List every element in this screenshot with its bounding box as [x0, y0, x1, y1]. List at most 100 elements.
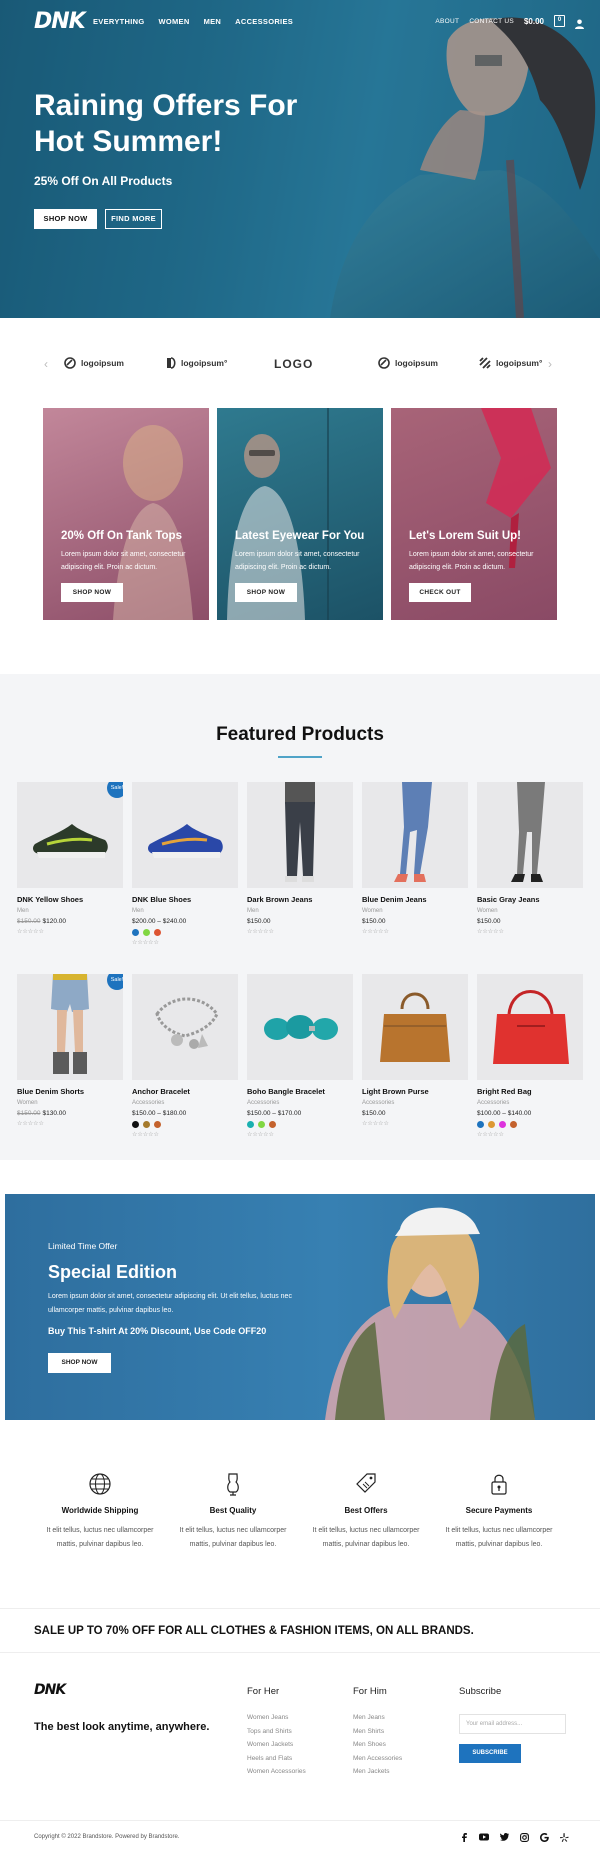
product-category[interactable]: Women: [362, 908, 468, 914]
color-swatch[interactable]: [477, 1121, 484, 1128]
product-category[interactable]: Men: [132, 908, 238, 914]
product-category[interactable]: Accessories: [247, 1100, 353, 1106]
feature-best-quality: Best Quality It elit tellus, luctus nec …: [171, 1472, 295, 1552]
about-link[interactable]: ABOUT: [435, 18, 459, 25]
user-account-icon[interactable]: [575, 16, 584, 29]
product-photo-shorts: [51, 974, 89, 1074]
yelp-icon[interactable]: [559, 1832, 569, 1842]
color-swatch[interactable]: [247, 1121, 254, 1128]
product-image[interactable]: [362, 974, 468, 1080]
product-card[interactable]: Basic Gray Jeans Women $150.00 ☆☆☆☆☆: [477, 782, 583, 935]
product-card[interactable]: Anchor Bracelet Accessories $150.00 – $180…: [132, 974, 238, 1138]
site-logo[interactable]: DNK: [34, 9, 86, 34]
product-category[interactable]: Men: [247, 908, 353, 914]
hero-find-more-button[interactable]: FIND MORE: [105, 209, 162, 229]
product-image[interactable]: [362, 782, 468, 888]
footer-column-title: For Her: [247, 1686, 280, 1697]
footer-link-women-jackets[interactable]: Women Jackets: [247, 1738, 306, 1752]
promo-card-eyewear[interactable]: Latest Eyewear For You Lorem ipsum dolor…: [217, 408, 383, 620]
color-swatch[interactable]: [488, 1121, 495, 1128]
color-swatch[interactable]: [154, 929, 161, 936]
product-image[interactable]: [247, 782, 353, 888]
footer-link-men-accessories[interactable]: Men Accessories: [353, 1752, 402, 1766]
product-name[interactable]: DNK Yellow Shoes: [17, 895, 123, 904]
hero-shop-now-button[interactable]: SHOP NOW: [34, 209, 97, 229]
menu-item-men[interactable]: MEN: [204, 17, 222, 26]
product-name[interactable]: Blue Denim Jeans: [362, 895, 468, 904]
promo-card-button[interactable]: SHOP NOW: [235, 583, 297, 602]
twitter-icon[interactable]: [499, 1832, 509, 1842]
footer-link-men-jackets[interactable]: Men Jackets: [353, 1765, 402, 1779]
special-shop-now-button[interactable]: SHOP NOW: [48, 1353, 111, 1373]
brands-prev-arrow-icon[interactable]: ‹: [44, 357, 48, 371]
product-name[interactable]: Bright Red Bag: [477, 1087, 583, 1096]
product-image[interactable]: Sale!: [17, 974, 123, 1080]
footer-link-men-jeans[interactable]: Men Jeans: [353, 1711, 402, 1725]
brands-next-arrow-icon[interactable]: ›: [548, 357, 552, 371]
product-image[interactable]: [477, 974, 583, 1080]
product-image[interactable]: Sale!: [17, 782, 123, 888]
footer-link-women-accessories[interactable]: Women Accessories: [247, 1765, 306, 1779]
color-swatch[interactable]: [269, 1121, 276, 1128]
subscribe-email-input[interactable]: Your email address...: [459, 1714, 566, 1734]
product-image[interactable]: [477, 782, 583, 888]
color-swatch[interactable]: [154, 1121, 161, 1128]
color-swatch[interactable]: [258, 1121, 265, 1128]
product-card[interactable]: Light Brown Purse Accessories $150.00 ☆☆☆☆☆: [362, 974, 468, 1127]
promo-card-button[interactable]: SHOP NOW: [61, 583, 123, 602]
brand-mark-icon: [167, 357, 176, 369]
product-name[interactable]: Boho Bangle Bracelet: [247, 1087, 353, 1096]
product-name[interactable]: Dark Brown Jeans: [247, 895, 353, 904]
footer-link-heels-flats[interactable]: Heels and Flats: [247, 1752, 306, 1766]
color-swatch[interactable]: [499, 1121, 506, 1128]
product-card[interactable]: Sale! Blue Denim Shorts Women $150.00 $130.0…: [17, 974, 123, 1127]
product-image[interactable]: [132, 974, 238, 1080]
color-swatch[interactable]: [143, 1121, 150, 1128]
product-image[interactable]: [247, 974, 353, 1080]
instagram-icon[interactable]: [519, 1832, 529, 1842]
feature-worldwide-shipping: Worldwide Shipping It elit tellus, luctu…: [38, 1472, 162, 1552]
star-rating: ☆☆☆☆☆: [247, 1132, 274, 1138]
product-category[interactable]: Accessories: [477, 1100, 583, 1106]
facebook-icon[interactable]: [459, 1832, 469, 1842]
product-card[interactable]: Dark Brown Jeans Men $150.00 ☆☆☆☆☆: [247, 782, 353, 935]
product-category[interactable]: Women: [17, 1100, 123, 1106]
product-name[interactable]: Blue Denim Shorts: [17, 1087, 123, 1096]
cart-icon[interactable]: 0: [554, 15, 565, 27]
footer-link-men-shirts[interactable]: Men Shirts: [353, 1725, 402, 1739]
product-image[interactable]: [132, 782, 238, 888]
product-name[interactable]: Basic Gray Jeans: [477, 895, 583, 904]
product-card[interactable]: Sale! DNK Yellow Shoes Men $150.00 $120.00 ☆☆…: [17, 782, 123, 935]
color-swatch[interactable]: [132, 929, 139, 936]
google-icon[interactable]: [539, 1832, 549, 1842]
product-card[interactable]: Bright Red Bag Accessories $100.00 – $140.…: [477, 974, 583, 1138]
footer-logo[interactable]: DNK: [34, 1682, 66, 1698]
product-name[interactable]: Light Brown Purse: [362, 1087, 468, 1096]
product-card[interactable]: Blue Denim Jeans Women $150.00 ☆☆☆☆☆: [362, 782, 468, 935]
product-category[interactable]: Accessories: [362, 1100, 468, 1106]
footer-link-tops-shirts[interactable]: Tops and Shirts: [247, 1725, 306, 1739]
promo-card-button[interactable]: CHECK OUT: [409, 583, 471, 602]
product-name[interactable]: Anchor Bracelet: [132, 1087, 238, 1096]
contact-link[interactable]: CONTACT US: [469, 18, 514, 25]
color-swatch[interactable]: [143, 929, 150, 936]
product-category[interactable]: Men: [17, 908, 123, 914]
footer-link-men-shoes[interactable]: Men Shoes: [353, 1738, 402, 1752]
product-category[interactable]: Accessories: [132, 1100, 238, 1106]
brand-name: logoipsum°: [496, 358, 543, 368]
product-category[interactable]: Women: [477, 908, 583, 914]
menu-item-women[interactable]: WOMEN: [158, 17, 189, 26]
youtube-icon[interactable]: [479, 1832, 489, 1842]
product-card[interactable]: Boho Bangle Bracelet Accessories $150.00 –…: [247, 974, 353, 1138]
cart-total[interactable]: $0.00: [524, 17, 544, 26]
menu-item-everything[interactable]: EVERYTHING: [93, 17, 144, 26]
product-name[interactable]: DNK Blue Shoes: [132, 895, 238, 904]
color-swatch[interactable]: [510, 1121, 517, 1128]
product-card[interactable]: DNK Blue Shoes Men $200.00 – $240.00 ☆☆☆☆☆: [132, 782, 238, 946]
subscribe-button[interactable]: SUBSCRIBE: [459, 1744, 521, 1763]
menu-item-accessories[interactable]: ACCESSORIES: [235, 17, 293, 26]
footer-link-women-jeans[interactable]: Women Jeans: [247, 1711, 306, 1725]
promo-card-tank-tops[interactable]: 20% Off On Tank Tops Lorem ipsum dolor s…: [43, 408, 209, 620]
promo-card-suit-up[interactable]: Let's Lorem Suit Up! Lorem ipsum dolor s…: [391, 408, 557, 620]
color-swatch[interactable]: [132, 1121, 139, 1128]
